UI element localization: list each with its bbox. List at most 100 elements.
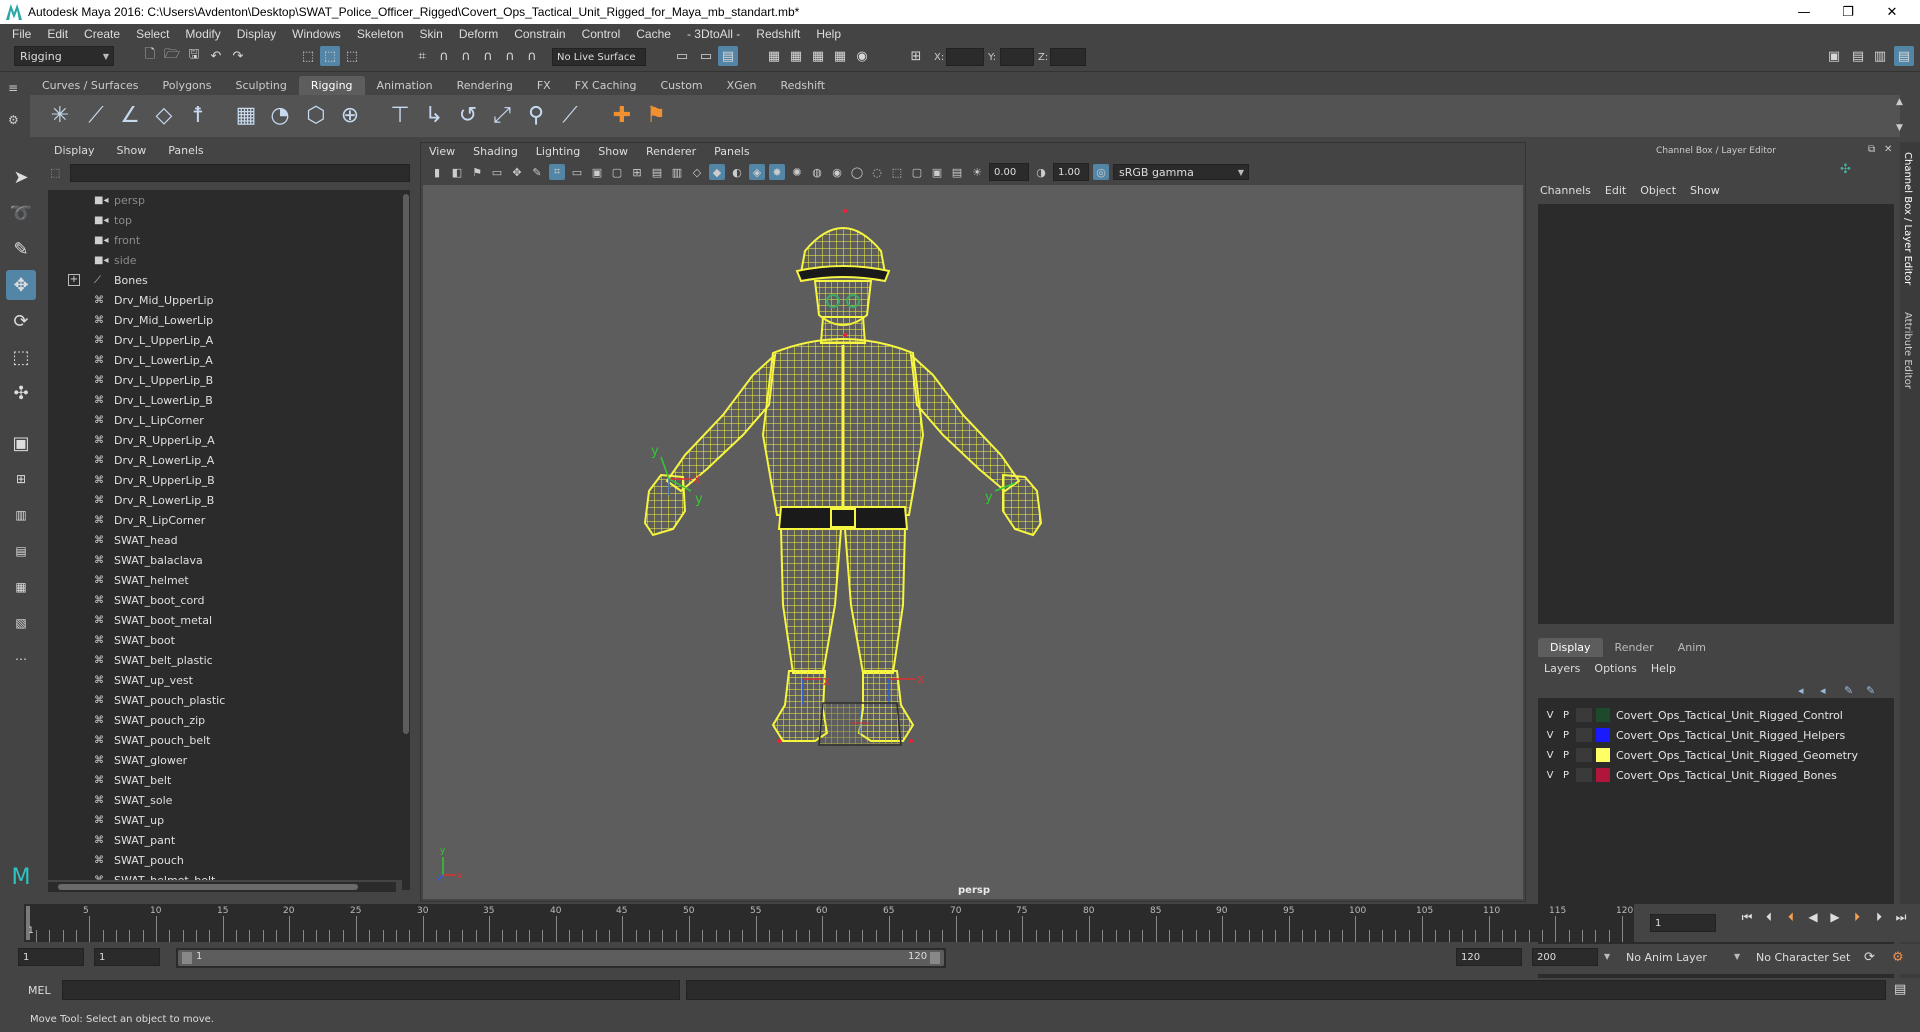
playback-end-field[interactable]: 120 xyxy=(1456,948,1522,966)
tab-custom[interactable]: Custom xyxy=(649,76,715,95)
render-settings-icon[interactable]: ▦ xyxy=(830,46,850,66)
outliner-item[interactable]: ⌘ Drv_R_LowerLip_B xyxy=(48,490,404,510)
input-ops-icon[interactable]: ▭ xyxy=(672,46,692,66)
outliner-item[interactable]: ⌘ SWAT_pouch xyxy=(48,850,404,870)
menu-file[interactable]: File xyxy=(4,27,39,41)
menu-modify[interactable]: Modify xyxy=(177,27,228,41)
outliner-item[interactable]: ⌘ Drv_R_UpperLip_A xyxy=(48,430,404,450)
outliner-menu-show[interactable]: Show xyxy=(117,144,147,157)
tab-sculpting[interactable]: Sculpting xyxy=(223,76,298,95)
layer-color-swatch[interactable] xyxy=(1596,728,1610,742)
image-plane-icon[interactable]: ▭ xyxy=(489,164,505,180)
open-scene-icon[interactable]: 🗁 xyxy=(162,46,182,66)
xray-active-icon[interactable]: ▤ xyxy=(949,164,965,180)
tool-settings-icon[interactable]: ▥ xyxy=(1870,46,1890,66)
hypershade-layout-icon[interactable]: ▦ xyxy=(6,572,36,602)
output-ops-icon[interactable]: ▭ xyxy=(696,46,716,66)
lights-icon[interactable]: ✸ xyxy=(769,164,785,180)
render-view-icon[interactable]: ▦ xyxy=(764,46,784,66)
layer-visibility-toggle[interactable]: V xyxy=(1542,750,1558,761)
modeling-toolkit-icon[interactable]: ▣ xyxy=(1824,46,1844,66)
custom-layout-icon[interactable]: ⋯ xyxy=(6,644,36,674)
outliner-filter-icon[interactable]: ⬚ xyxy=(50,166,60,179)
outliner-item[interactable]: ⌘ SWAT_pouch_plastic xyxy=(48,690,404,710)
lattice-icon[interactable]: ⬡ xyxy=(300,99,332,131)
menuset-dropdown[interactable]: Rigging ▼ xyxy=(14,46,114,66)
script-layout-icon[interactable]: ▧ xyxy=(6,608,36,638)
last-tool-icon[interactable]: ✣ xyxy=(6,378,36,408)
current-frame-field[interactable]: 1 xyxy=(1650,914,1716,932)
viewport-menu-panels[interactable]: Panels xyxy=(714,145,749,158)
z-field[interactable] xyxy=(1050,48,1086,66)
command-input[interactable] xyxy=(62,980,680,1000)
outliner-item[interactable]: ⌘ Drv_R_LipCorner xyxy=(48,510,404,530)
menu-3dtoall[interactable]: - 3DtoAll - xyxy=(679,27,748,41)
ambient-occlusion-icon[interactable]: ◍ xyxy=(809,164,825,180)
outliner-item[interactable]: ⌘ SWAT_head xyxy=(48,530,404,550)
render-current-icon[interactable]: ▦ xyxy=(786,46,806,66)
outliner-item[interactable]: ⌘ Drv_Mid_UpperLip xyxy=(48,290,404,310)
tab-rendering[interactable]: Rendering xyxy=(445,76,525,95)
snap-curve-icon[interactable]: ∩ xyxy=(434,46,454,66)
outliner-item[interactable]: ⌘ Drv_L_UpperLip_A xyxy=(48,330,404,350)
outliner-item[interactable]: ⌘ SWAT_boot_cord xyxy=(48,590,404,610)
channel-box-toggle-icon[interactable]: ▤ xyxy=(1894,46,1914,66)
color-management-icon[interactable]: ◎ xyxy=(1093,164,1109,180)
side-tab-channel-box[interactable]: Channel Box / Layer Editor xyxy=(1902,152,1913,285)
layer-type-toggle[interactable] xyxy=(1576,768,1592,782)
aim-constraint-icon[interactable]: ↳ xyxy=(418,99,450,131)
outliner-item[interactable]: ⌘ Drv_L_LipCorner xyxy=(48,410,404,430)
exposure-icon[interactable]: ☀ xyxy=(969,164,985,180)
le-menu-layers[interactable]: Layers xyxy=(1544,662,1580,675)
layer-playback-toggle[interactable]: P xyxy=(1558,770,1574,781)
maximize-button[interactable]: ❐ xyxy=(1826,0,1870,24)
measure-icon[interactable]: ⚑ xyxy=(640,99,672,131)
menu-control[interactable]: Control xyxy=(574,27,629,41)
menu-cache[interactable]: Cache xyxy=(628,27,679,41)
y-field[interactable] xyxy=(1000,48,1034,66)
layer-color-swatch[interactable] xyxy=(1596,748,1610,762)
wireframe-on-shaded-icon[interactable]: ◐ xyxy=(729,164,745,180)
layer-row[interactable]: V P Covert_Ops_Tactical_Unit_Rigged_Geom… xyxy=(1542,746,1890,764)
select-object-icon[interactable]: ⬚ xyxy=(320,46,340,66)
layer-move-down-icon[interactable]: ◂ xyxy=(1820,684,1826,697)
exposure-field[interactable]: 0.00 xyxy=(989,163,1029,181)
menu-deform[interactable]: Deform xyxy=(451,27,506,41)
step-back-frame-icon[interactable]: ⏴ xyxy=(1780,910,1802,925)
layer-visibility-toggle[interactable]: V xyxy=(1542,770,1558,781)
undo-icon[interactable]: ↶ xyxy=(206,46,226,66)
hypershade-icon[interactable]: ◉ xyxy=(852,46,872,66)
range-start-handle[interactable] xyxy=(182,952,192,964)
outliner-item[interactable]: ⌘ Drv_L_UpperLip_B xyxy=(48,370,404,390)
menu-skeleton[interactable]: Skeleton xyxy=(349,27,412,41)
layer-row[interactable]: V P Covert_Ops_Tactical_Unit_Rigged_Cont… xyxy=(1542,706,1890,724)
layer-color-swatch[interactable] xyxy=(1596,708,1610,722)
viewport-scene[interactable]: y x y y x x y x persp xyxy=(423,185,1523,899)
scene-start-field[interactable]: 1 xyxy=(18,948,84,966)
step-forward-key-icon[interactable]: ⏵ xyxy=(1868,910,1890,925)
layer-visibility-toggle[interactable]: V xyxy=(1542,730,1558,741)
joint-tool-icon[interactable]: ✳ xyxy=(44,99,76,131)
side-tab-attribute-editor[interactable]: Attribute Editor xyxy=(1902,312,1913,389)
outliner-item[interactable]: ⌘ SWAT_pouch_belt xyxy=(48,730,404,750)
new-scene-icon[interactable]: 🗋 xyxy=(140,46,160,66)
layer-type-toggle[interactable] xyxy=(1576,708,1592,722)
outliner-menu-panels[interactable]: Panels xyxy=(168,144,203,157)
le-menu-help[interactable]: Help xyxy=(1651,662,1676,675)
float-panel-icon[interactable]: ⧉ xyxy=(1868,144,1875,155)
ipr-render-icon[interactable]: ▦ xyxy=(808,46,828,66)
layer-move-up-icon[interactable]: ◂ xyxy=(1798,684,1804,697)
scale-constraint-icon[interactable]: ⤢ xyxy=(486,99,518,131)
menu-create[interactable]: Create xyxy=(76,27,128,41)
animation-prefs-icon[interactable]: ⚙ xyxy=(1892,950,1904,965)
paint-select-icon[interactable]: ✎ xyxy=(6,234,36,264)
outliner-item[interactable]: ⌘ Drv_R_UpperLip_B xyxy=(48,470,404,490)
cb-menu-show[interactable]: Show xyxy=(1690,184,1720,197)
film-gate-icon[interactable]: ▭ xyxy=(569,164,585,180)
insert-joint-icon[interactable]: ◇ xyxy=(148,99,180,131)
select-tool-icon[interactable]: ➤ xyxy=(6,162,36,192)
layer-type-toggle[interactable] xyxy=(1576,728,1592,742)
isolate-select-icon[interactable]: ⬚ xyxy=(889,164,905,180)
menu-redshift[interactable]: Redshift xyxy=(748,27,808,41)
smooth-shade-icon[interactable]: ◆ xyxy=(709,164,725,180)
